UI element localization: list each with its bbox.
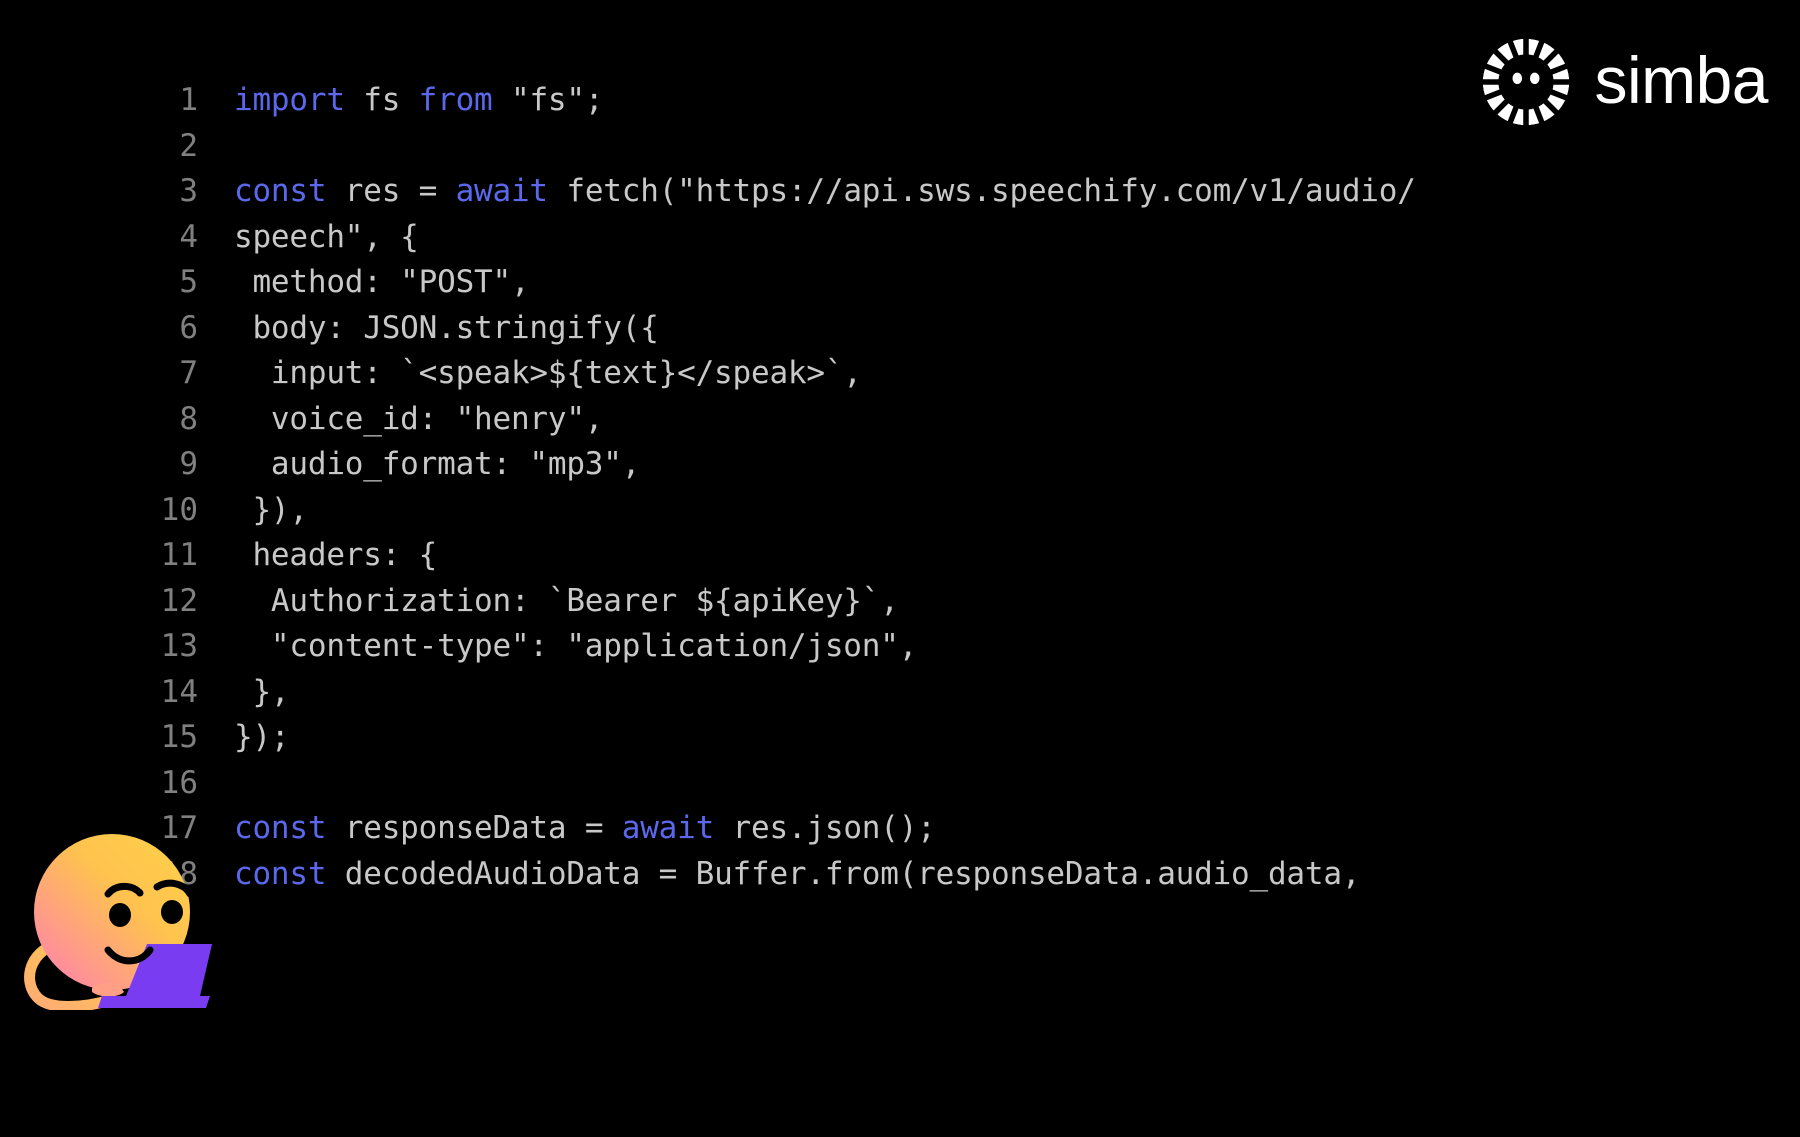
code-line: 14 }, xyxy=(150,670,1760,716)
code-line-text: method: "POST", xyxy=(198,260,529,306)
code-line-text: voice_id: "henry", xyxy=(198,397,604,443)
code-line-text: const responseData = await res.json(); xyxy=(198,806,936,852)
code-line-text: input: `<speak>${text}</speak>`, xyxy=(198,351,862,397)
code-line: 7 input: `<speak>${text}</speak>`, xyxy=(150,351,1760,397)
line-number: 4 xyxy=(179,218,198,255)
code-line: 4 speech", { xyxy=(150,215,1760,261)
code-keyword: const xyxy=(234,810,327,846)
code-line: 16 xyxy=(150,761,1760,807)
code-line-text: const res = await fetch("https://api.sws… xyxy=(198,169,1416,215)
code-line-text: }, xyxy=(198,670,289,716)
code-line: 9 audio_format: "mp3", xyxy=(150,442,1760,488)
code-token: responseData = xyxy=(326,810,622,846)
code-line-text: Authorization: `Bearer ${apiKey}`, xyxy=(198,579,899,625)
code-token: res.json(); xyxy=(714,810,936,846)
code-line-text: "content-type": "application/json", xyxy=(198,624,917,670)
code-token: voice_id: "henry", xyxy=(234,400,604,437)
code-line: 13 "content-type": "application/json", xyxy=(150,624,1760,670)
code-line: 12 Authorization: `Bearer ${apiKey}`, xyxy=(150,579,1760,625)
code-token: res = xyxy=(326,173,456,209)
line-number: 12 xyxy=(160,582,198,619)
code-line-text: body: JSON.stringify({ xyxy=(198,306,659,352)
code-token: "fs"; xyxy=(492,82,604,118)
code-token: method: "POST", xyxy=(234,264,530,300)
code-token: decodedAudioData = Buffer.from(responseD… xyxy=(326,855,1361,892)
line-number: 13 xyxy=(160,628,198,664)
line-number: 8 xyxy=(179,400,198,437)
code-line-text: }); xyxy=(198,715,290,761)
code-line: 18const decodedAudioData = Buffer.from(r… xyxy=(150,852,1760,898)
code-line-text: const decodedAudioData = Buffer.from(res… xyxy=(198,852,1360,898)
code-line-text: import fs from "fs"; xyxy=(198,78,604,124)
line-number: 14 xyxy=(160,673,198,710)
line-number: 15 xyxy=(160,719,198,755)
line-number: 9 xyxy=(179,446,198,482)
code-token: speech", { xyxy=(234,218,419,255)
code-token: }), xyxy=(234,491,308,528)
line-number: 5 xyxy=(179,264,198,300)
line-number: 2 xyxy=(179,127,198,164)
code-keyword: const xyxy=(234,855,327,892)
code-token: fetch("https://api.sws.speechify.com/v1/… xyxy=(547,173,1416,209)
code-keyword: import xyxy=(234,82,345,118)
code-line: 5 method: "POST", xyxy=(150,260,1760,306)
line-number: 7 xyxy=(179,355,198,391)
code-keyword: from xyxy=(418,82,493,118)
code-keyword: await xyxy=(455,173,549,209)
line-number: 1 xyxy=(179,82,198,118)
code-line: 10 }), xyxy=(150,488,1760,534)
code-line: 11 headers: { xyxy=(150,533,1760,579)
code-token: "content-type": "application/json", xyxy=(234,628,918,664)
code-token: headers: { xyxy=(234,537,438,573)
line-number: 3 xyxy=(179,173,198,209)
code-line: 8 voice_id: "henry", xyxy=(150,397,1760,443)
code-line: 15}); xyxy=(150,715,1760,761)
code-line: 3 const res = await fetch("https://api.sw… xyxy=(150,169,1760,215)
code-token: }); xyxy=(234,719,290,755)
code-token: fs xyxy=(344,82,419,118)
code-line-text: audio_format: "mp3", xyxy=(198,442,640,488)
code-token: audio_format: "mp3", xyxy=(234,446,641,482)
code-line-text: headers: { xyxy=(198,533,437,579)
code-line: 17 const responseData = await res.json(); xyxy=(150,806,1760,852)
line-number: 11 xyxy=(160,537,198,573)
code-line: 1 import fs from "fs"; xyxy=(150,78,1760,124)
code-token: body: JSON.stringify({ xyxy=(234,309,659,346)
code-token: input: `<speak>${text}</speak>`, xyxy=(234,355,862,391)
code-token: Authorization: `Bearer ${apiKey}`, xyxy=(234,582,899,619)
code-token: }, xyxy=(234,673,290,710)
line-number: 16 xyxy=(160,764,198,801)
line-number: 6 xyxy=(179,309,198,346)
code-line-text: }), xyxy=(198,488,308,534)
code-line: 6 body: JSON.stringify({ xyxy=(150,306,1760,352)
code-keyword: await xyxy=(621,810,715,846)
code-line-text: speech", { xyxy=(198,215,419,261)
line-number: 10 xyxy=(160,491,198,528)
code-block: 1 import fs from "fs"; 2 3 const res = await… xyxy=(150,78,1760,897)
code-keyword: const xyxy=(234,173,327,209)
code-line: 2 xyxy=(150,124,1760,170)
